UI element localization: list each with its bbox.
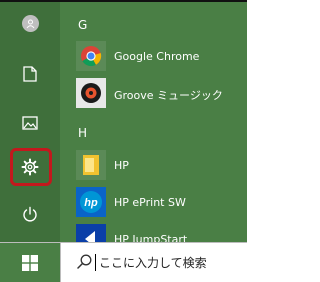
power-button[interactable] (10, 194, 50, 234)
start-left-rail (0, 2, 60, 242)
pictures-button[interactable] (10, 103, 50, 143)
taskbar-search-box[interactable]: ここに入力して検索 (60, 243, 248, 282)
app-label: HP JumpStart (114, 233, 188, 242)
user-icon (21, 14, 39, 32)
app-label: HP ePrint SW (114, 196, 186, 209)
chrome-icon (76, 41, 106, 71)
taskbar: ここに入力して検索 (0, 242, 248, 282)
hp-jumpstart-icon (76, 224, 106, 242)
app-label: Google Chrome (114, 50, 200, 63)
gear-icon (21, 158, 39, 176)
app-item-groove-music[interactable]: Groove ミュージック (70, 78, 247, 112)
app-item-hp-folder[interactable]: HP (70, 150, 247, 184)
user-account-button[interactable] (10, 3, 50, 43)
windows-start-button[interactable] (0, 243, 60, 282)
power-icon (23, 206, 37, 222)
app-label: Groove ミュージック (114, 89, 223, 102)
svg-text:hp: hp (84, 197, 98, 209)
groove-music-icon (76, 78, 106, 108)
search-icon (77, 254, 92, 269)
section-header-g[interactable]: G (78, 18, 87, 32)
app-label: HP (114, 159, 129, 172)
app-item-hp-eprint[interactable]: hp HP ePrint SW (70, 187, 247, 221)
settings-button[interactable] (10, 147, 50, 187)
document-icon (23, 66, 37, 82)
picture-icon (22, 116, 38, 130)
documents-button[interactable] (10, 54, 50, 94)
app-item-hp-jumpstart[interactable]: HP JumpStart (70, 224, 247, 242)
text-caret (95, 254, 96, 271)
section-header-h[interactable]: H (78, 126, 87, 140)
folder-icon (76, 150, 106, 180)
app-item-google-chrome[interactable]: Google Chrome (70, 41, 247, 75)
start-menu: G Google Chrome Groove ミュージック H HP hp HP… (0, 2, 247, 242)
search-placeholder: ここに入力して検索 (99, 256, 207, 270)
hp-icon: hp (76, 187, 106, 217)
windows-logo-icon (22, 254, 38, 271)
